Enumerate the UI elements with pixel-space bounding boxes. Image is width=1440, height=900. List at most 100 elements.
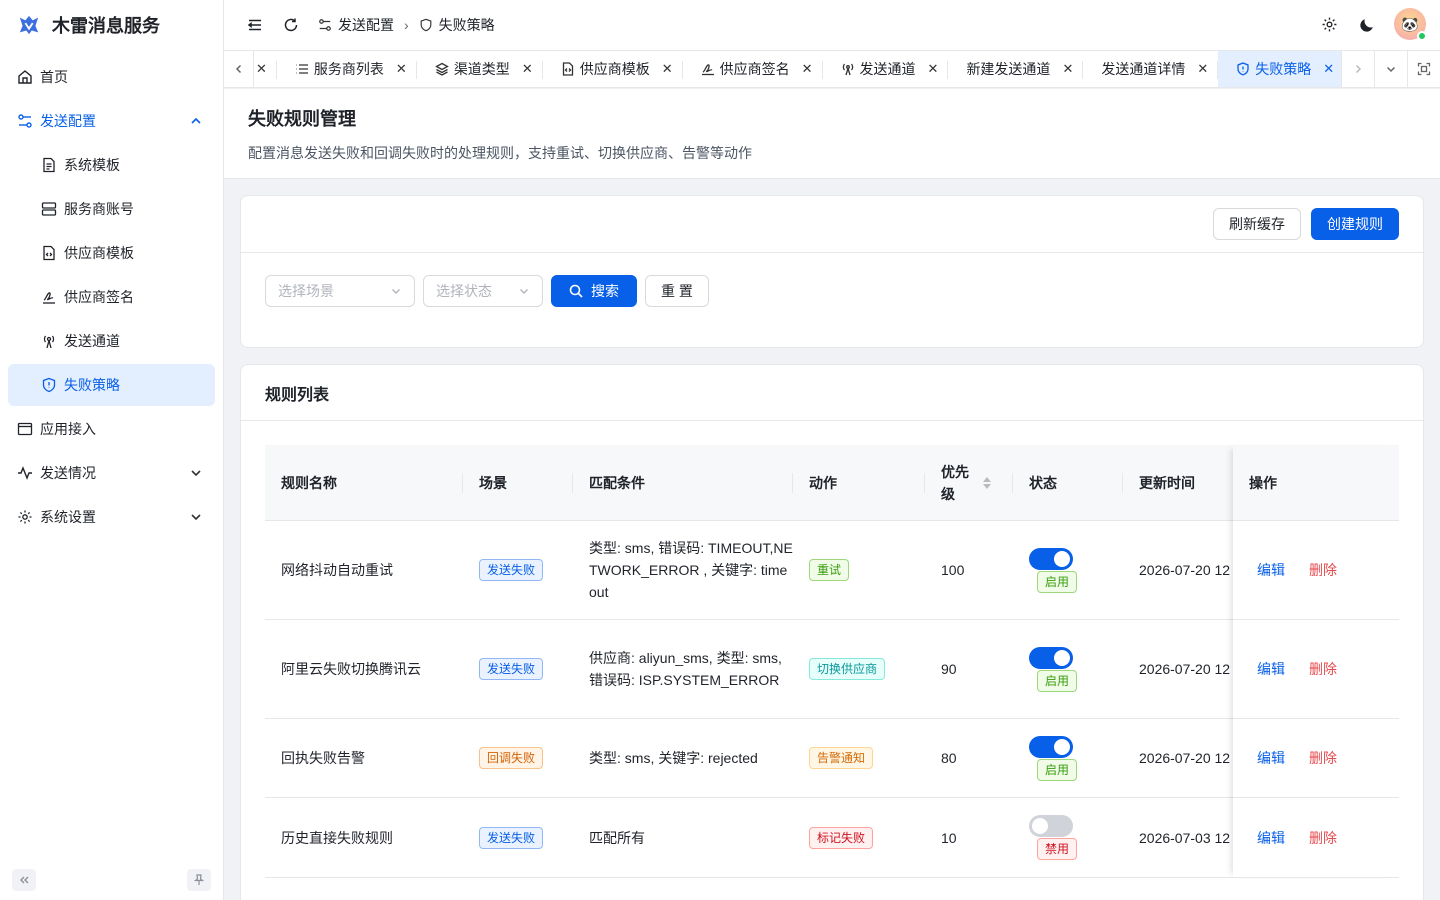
breadcrumb-parent[interactable]: 发送配置 xyxy=(318,15,394,35)
radio-tower-icon xyxy=(842,63,853,76)
sidebar-item-provider-account[interactable]: 服务商账号 xyxy=(8,188,215,230)
tabs-scroll-right-button[interactable] xyxy=(1341,51,1374,87)
tab-failure-policy[interactable]: 失败策略 ✕ xyxy=(1218,51,1341,87)
fullscreen-icon xyxy=(1417,62,1431,76)
brand[interactable]: 木雷消息服务 xyxy=(0,0,223,50)
home-icon xyxy=(17,69,33,85)
match-condition: 类型: sms, 关键字: rejected xyxy=(589,750,758,766)
tab-send-channel-detail[interactable]: 发送通道详情 ✕ xyxy=(1083,51,1219,87)
delete-link[interactable]: 删除 xyxy=(1309,659,1337,679)
file-code-icon xyxy=(562,62,573,76)
fullscreen-button[interactable] xyxy=(1407,51,1440,87)
row-actions: 编辑 删除 xyxy=(1233,798,1399,878)
refresh-button[interactable] xyxy=(276,10,306,40)
search-button[interactable]: 搜索 xyxy=(551,275,637,307)
action-tag: 重试 xyxy=(809,559,850,581)
delete-link[interactable]: 删除 xyxy=(1309,560,1337,580)
close-icon[interactable]: ✕ xyxy=(256,61,267,77)
tabs-scroll-left-button[interactable] xyxy=(224,51,254,87)
status-select-placeholder: 选择状态 xyxy=(436,283,492,299)
filter-card: 刷新缓存 创建规则 选择场景 选择状态 搜索 重 置 xyxy=(240,195,1424,348)
sidebar-item-label: 供应商模板 xyxy=(64,245,134,261)
scene-select[interactable]: 选择场景 xyxy=(265,275,415,307)
sidebar-item-vendor-template[interactable]: 供应商模板 xyxy=(8,232,215,274)
tab-vendor-template[interactable]: 供应商模板 ✕ xyxy=(543,51,683,87)
online-status-dot xyxy=(1417,31,1427,41)
close-icon[interactable]: ✕ xyxy=(1323,61,1334,77)
status-switch[interactable] xyxy=(1029,815,1073,837)
edit-link[interactable]: 编辑 xyxy=(1257,748,1285,768)
tabs-menu-button[interactable] xyxy=(1374,51,1407,87)
server-icon xyxy=(41,201,57,217)
sidebar-item-home[interactable]: 首页 xyxy=(8,56,215,98)
pin-sidebar-button[interactable] xyxy=(187,869,211,891)
sort-icon[interactable] xyxy=(983,476,991,489)
tab-channel-type[interactable]: 渠道类型 ✕ xyxy=(417,51,543,87)
delete-link[interactable]: 删除 xyxy=(1309,828,1337,848)
avatar[interactable]: 🐼 xyxy=(1394,8,1427,41)
rules-table: 规则名称 场景 匹配条件 动作 优先级 状态 更新时间 网络抖动自动重试 发送失… xyxy=(265,445,1399,878)
chevron-down-icon xyxy=(191,470,201,477)
status-switch[interactable] xyxy=(1029,646,1073,669)
close-icon[interactable]: ✕ xyxy=(928,61,939,77)
app-title: 木雷消息服务 xyxy=(52,16,160,36)
theme-toggle-button[interactable] xyxy=(1352,9,1382,39)
reset-button[interactable]: 重 置 xyxy=(645,275,709,307)
tab-label: 发送通道详情 xyxy=(1101,61,1186,77)
edit-link[interactable]: 编辑 xyxy=(1257,659,1285,679)
refresh-cache-button[interactable]: 刷新缓存 xyxy=(1213,208,1301,240)
close-icon[interactable]: ✕ xyxy=(802,61,813,77)
tab-new-send-channel[interactable]: 新建发送通道 ✕ xyxy=(948,51,1084,87)
sidebar-item-label: 系统模板 xyxy=(64,157,120,173)
tab-vendor-signature[interactable]: 供应商签名 ✕ xyxy=(683,51,823,87)
tab-send-channel[interactable]: 发送通道 ✕ xyxy=(823,51,949,87)
sidebar-item-send-config[interactable]: 发送配置 xyxy=(8,100,215,142)
status-tag: 禁用 xyxy=(1037,838,1078,860)
chevron-down-icon xyxy=(392,289,400,294)
edit-link[interactable]: 编辑 xyxy=(1257,828,1285,848)
radio-tower-icon xyxy=(41,333,57,349)
priority-value: 100 xyxy=(941,562,965,578)
close-icon[interactable]: ✕ xyxy=(1062,61,1073,77)
status-select[interactable]: 选择状态 xyxy=(423,275,543,307)
sidebar-item-failure-policy[interactable]: 失败策略 xyxy=(8,364,215,406)
menu-toggle-button[interactable] xyxy=(240,10,270,40)
sidebar-item-vendor-signature[interactable]: 供应商签名 xyxy=(8,276,215,318)
tab-provider-list[interactable]: 服务商列表 ✕ xyxy=(277,51,417,87)
status-tag: 启用 xyxy=(1037,758,1078,781)
menu-icon xyxy=(247,19,261,31)
sidebar-item-app-access[interactable]: 应用接入 xyxy=(8,408,215,450)
close-icon[interactable]: ✕ xyxy=(662,61,673,77)
page-header: 失败规则管理 配置消息发送失败和回调失败时的处理规则，支持重试、切换供应商、告警… xyxy=(224,89,1440,179)
breadcrumb-separator: › xyxy=(404,17,409,33)
edit-link[interactable]: 编辑 xyxy=(1257,560,1285,580)
priority-column-header[interactable]: 优先级 xyxy=(925,445,1013,520)
sidebar-item-system-settings[interactable]: 系统设置 xyxy=(8,496,215,538)
sliders-icon xyxy=(17,113,33,129)
rules-card-title: 规则列表 xyxy=(241,365,1423,421)
sidebar-item-send-status[interactable]: 发送情况 xyxy=(8,452,215,494)
side-menu: 首页 发送配置 系统模板 服务商账号 供应商模板 供应商签名 发送通道 失败策略… xyxy=(0,50,223,538)
create-rule-button[interactable]: 创建规则 xyxy=(1311,208,1399,240)
shield-icon xyxy=(420,18,432,32)
status-switch[interactable] xyxy=(1029,735,1073,758)
sidebar-item-label: 服务商账号 xyxy=(64,201,134,217)
delete-link[interactable]: 删除 xyxy=(1309,748,1337,768)
close-icon[interactable]: ✕ xyxy=(1197,61,1208,77)
collapse-sidebar-button[interactable] xyxy=(12,869,36,891)
close-icon[interactable]: ✕ xyxy=(396,61,407,77)
column-header: 动作 xyxy=(793,445,925,520)
table-row: 网络抖动自动重试 发送失败 类型: sms, 错误码: TIMEOUT,NETW… xyxy=(265,521,1399,620)
activity-icon xyxy=(17,465,33,481)
close-icon[interactable]: ✕ xyxy=(522,61,533,77)
settings-button[interactable] xyxy=(1314,9,1344,39)
sidebar-item-send-channel[interactable]: 发送通道 xyxy=(8,320,215,362)
tab-label: 渠道类型 xyxy=(453,61,510,77)
operations-column: 操作 编辑 删除 编辑 删除 编辑 删除 编辑 删除 xyxy=(1233,445,1399,878)
gear-icon xyxy=(1322,17,1336,31)
tab-partial[interactable]: ✕ xyxy=(254,51,277,87)
status-switch[interactable] xyxy=(1029,547,1073,570)
app-window-icon xyxy=(17,421,33,437)
sidebar-item-system-template[interactable]: 系统模板 xyxy=(8,144,215,186)
sidebar-item-label: 失败策略 xyxy=(64,377,120,393)
